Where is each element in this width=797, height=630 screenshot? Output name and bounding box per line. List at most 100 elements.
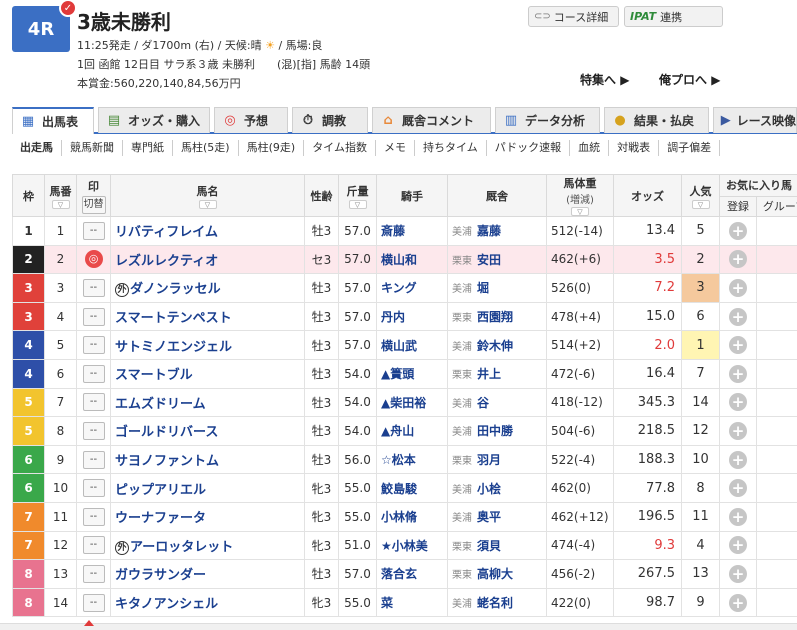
stable-cell[interactable]: 栗東 羽月 (447, 444, 547, 475)
table-row[interactable]: 4 6 -- スマートブル 牡3 54.0 ▲簣頭 栗東 井上 472(-6) 1… (12, 358, 797, 389)
jockey-link[interactable]: 横山和 (381, 253, 417, 267)
add-favorite-icon[interactable]: + (729, 479, 747, 498)
jockey-link[interactable]: 鮫島駿 (381, 482, 417, 496)
horse-cell[interactable]: ガウラサンダー (110, 559, 305, 589)
subtab-memo[interactable]: メモ (376, 140, 415, 156)
horse-name-link[interactable]: ウーナファータ (115, 511, 206, 526)
add-favorite-icon[interactable]: + (729, 564, 747, 583)
add-favorite-icon[interactable]: + (729, 364, 747, 383)
horse-name-link[interactable]: スマートテンペスト (115, 311, 232, 326)
table-row[interactable]: 3 4 -- スマートテンペスト 牡3 57.0 丹内 栗東 西園翔 478(+4… (12, 301, 797, 332)
jockey-link[interactable]: 小林脩 (381, 510, 417, 524)
mark-cell[interactable]: -- (76, 387, 111, 418)
mark-cell[interactable]: -- (76, 416, 111, 446)
trainer-link[interactable]: 井上 (477, 367, 501, 381)
add-favorite-icon[interactable]: + (729, 421, 747, 440)
add-favorite-icon[interactable]: + (729, 507, 747, 526)
register-cell[interactable]: + (719, 301, 757, 332)
header-weight[interactable]: 斤量 ▽ (338, 174, 377, 217)
add-favorite-icon[interactable]: + (729, 593, 747, 612)
subtab-past9[interactable]: 馬柱(9走) (239, 140, 305, 156)
mark-cell[interactable]: -- (76, 273, 111, 303)
jockey-cell[interactable]: ▲舟山 (376, 416, 448, 446)
subtab-past5[interactable]: 馬柱(5走) (173, 140, 239, 156)
trainer-link[interactable]: 堀 (477, 281, 489, 295)
trainer-link[interactable]: 鈴木伸 (477, 339, 513, 353)
jockey-link[interactable]: ★小林美 (381, 539, 428, 553)
mark-cell[interactable]: -- (76, 587, 111, 618)
horse-cell[interactable]: サトミノエンジェル (110, 330, 305, 360)
table-row[interactable]: 2 2 ◎ レズルレクティオ セ3 57.0 横山和 栗東 安田 462(+6) … (12, 244, 797, 275)
subtab-newspaper[interactable]: 競馬新聞 (62, 140, 123, 156)
horse-name-link[interactable]: ゴールドリバース (115, 425, 218, 440)
add-favorite-icon[interactable]: + (729, 536, 747, 555)
trainer-link[interactable]: 須貝 (477, 539, 501, 553)
add-favorite-icon[interactable]: + (729, 450, 747, 469)
table-row[interactable]: 3 3 -- 外ダノンラッセル 牡3 57.0 キング 美浦堀 526(0) 7… (12, 273, 797, 303)
mark-cell[interactable]: -- (76, 473, 111, 503)
horse-cell[interactable]: リバティフレイム (110, 216, 305, 246)
register-cell[interactable]: + (719, 530, 757, 561)
horse-cell[interactable]: 外ダノンラッセル (110, 273, 305, 303)
jockey-link[interactable]: 横山武 (381, 339, 417, 353)
jockey-cell[interactable]: ▲柴田裕 (376, 387, 448, 418)
table-row[interactable]: 4 5 -- サトミノエンジェル 牡3 57.0 横山武 美浦 鈴木伸 514(+… (12, 330, 797, 360)
tab-entries[interactable]: ▦ 出馬表 (12, 107, 94, 134)
jockey-link[interactable]: ☆松本 (381, 453, 416, 467)
stable-cell[interactable]: 美浦堀 (447, 273, 547, 303)
header-horse[interactable]: 馬名 ▽ (110, 174, 305, 217)
table-row[interactable]: 5 8 -- ゴールドリバース 牡3 54.0 ▲舟山 美浦 田中勝 504(-6… (12, 416, 797, 446)
add-favorite-icon[interactable]: + (729, 278, 747, 297)
mark-cell[interactable]: -- (76, 301, 111, 332)
register-cell[interactable]: + (719, 559, 757, 589)
mark-cell[interactable]: ◎ (76, 244, 111, 275)
trainer-link[interactable]: 羽月 (477, 453, 501, 467)
trainer-link[interactable]: 安田 (477, 253, 501, 267)
jockey-link[interactable]: キング (381, 281, 417, 295)
jockey-cell[interactable]: 丹内 (376, 301, 448, 332)
register-cell[interactable]: + (719, 273, 757, 303)
trainer-link[interactable]: 奥平 (477, 510, 501, 524)
subtab-runners[interactable]: 出走馬 (12, 140, 62, 156)
subtab-matchup[interactable]: 対戦表 (609, 140, 660, 156)
header-popularity[interactable]: 人気 ▽ (681, 174, 720, 217)
mark-cell[interactable]: -- (76, 216, 111, 246)
mark-cell[interactable]: -- (76, 330, 111, 360)
jockey-cell[interactable]: ☆松本 (376, 444, 448, 475)
horse-cell[interactable]: ゴールドリバース (110, 416, 305, 446)
trainer-link[interactable]: 田中勝 (477, 424, 513, 438)
horse-name-link[interactable]: スマートブル (115, 368, 193, 383)
horse-cell[interactable]: スマートブル (110, 358, 305, 389)
mark-cell[interactable]: -- (76, 358, 111, 389)
jockey-cell[interactable]: キング (376, 273, 448, 303)
horse-name-link[interactable]: ガウラサンダー (115, 568, 206, 583)
jockey-cell[interactable]: ▲簣頭 (376, 358, 448, 389)
stable-cell[interactable]: 美浦谷 (447, 387, 547, 418)
trainer-link[interactable]: 高柳大 (477, 567, 513, 581)
horse-cell[interactable]: 外アーロッタレット (110, 530, 305, 561)
subtab-specialist[interactable]: 専門紙 (123, 140, 173, 156)
stable-cell[interactable]: 栗東 安田 (447, 244, 547, 275)
register-cell[interactable]: + (719, 444, 757, 475)
stable-cell[interactable]: 栗東 西園翔 (447, 301, 547, 332)
stable-cell[interactable]: 栗東 須貝 (447, 530, 547, 561)
tab-race-video[interactable]: ▶ レース映像 (713, 107, 797, 133)
table-row[interactable]: 8 14 -- キタノアンシェル 牝3 55.0 菜 美浦 蛯名利 422(0) … (12, 587, 797, 618)
subtab-paddock[interactable]: パドック速報 (487, 140, 571, 156)
mark-toggle-button[interactable]: 切替 (81, 195, 106, 214)
header-umaban[interactable]: 馬番 ▽ (44, 174, 77, 217)
register-cell[interactable]: + (719, 330, 757, 360)
jockey-cell[interactable]: 落合玄 (376, 559, 448, 589)
orepro-link[interactable]: 俺プロへ ▶ (659, 71, 720, 88)
mark-cell[interactable]: -- (76, 559, 111, 589)
jockey-link[interactable]: ▲柴田裕 (381, 396, 426, 410)
horse-cell[interactable]: エムズドリーム (110, 387, 305, 418)
mark-cell[interactable]: -- (76, 444, 111, 475)
subtab-pedigree[interactable]: 血統 (570, 140, 610, 156)
header-body-weight[interactable]: 馬体重 (増減) ▽ (546, 174, 614, 217)
horse-name-link[interactable]: リバティフレイム (115, 225, 218, 240)
tab-results[interactable]: ● 結果・払戻 (604, 107, 709, 133)
tab-training[interactable]: ⏱ 調教 (292, 107, 368, 133)
register-cell[interactable]: + (719, 501, 757, 532)
trainer-link[interactable]: 谷 (477, 396, 489, 410)
